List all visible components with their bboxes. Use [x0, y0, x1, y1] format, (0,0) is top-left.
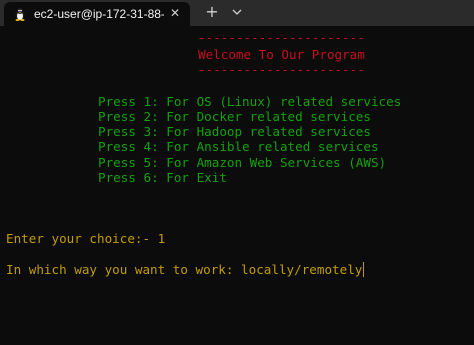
linux-penguin-icon — [14, 7, 26, 21]
terminal-scrollbar[interactable] — [470, 26, 474, 345]
terminal-output[interactable]: ---------------------- Welcome To Our Pr… — [0, 26, 474, 345]
welcome-banner: Welcome To Our Program — [198, 47, 365, 62]
terminal-tab[interactable]: ec2-user@ip-172-31-88-75:~/p ✕ — [4, 2, 190, 26]
new-tab-button[interactable]: + — [204, 4, 220, 20]
menu-item-2: Press 2: For Docker related services — [98, 109, 371, 124]
close-tab-button[interactable]: ✕ — [168, 6, 182, 20]
banner-rule-top: ---------------------- — [198, 30, 365, 45]
banner-rule-bottom: ---------------------- — [198, 62, 365, 77]
menu-item-5: Press 5: For Amazon Web Services (AWS) — [98, 155, 387, 170]
menu-item-3: Press 3: For Hadoop related services — [98, 124, 371, 139]
text-cursor — [363, 262, 365, 277]
chevron-down-icon[interactable] — [230, 5, 244, 19]
work-mode-prompt[interactable]: In which way you want to work: locally/r… — [6, 262, 365, 277]
work-mode-prompt-text: In which way you want to work: locally/r… — [6, 262, 363, 277]
menu-item-4: Press 4: For Ansible related services — [98, 139, 379, 154]
menu-item-6: Press 6: For Exit — [98, 170, 227, 185]
menu-item-1: Press 1: For OS (Linux) related services — [98, 94, 402, 109]
choice-prompt: Enter your choice:- 1 — [6, 231, 166, 246]
tab-title: ec2-user@ip-172-31-88-75:~/p — [34, 7, 164, 21]
title-bar: ec2-user@ip-172-31-88-75:~/p ✕ + — [0, 0, 474, 26]
